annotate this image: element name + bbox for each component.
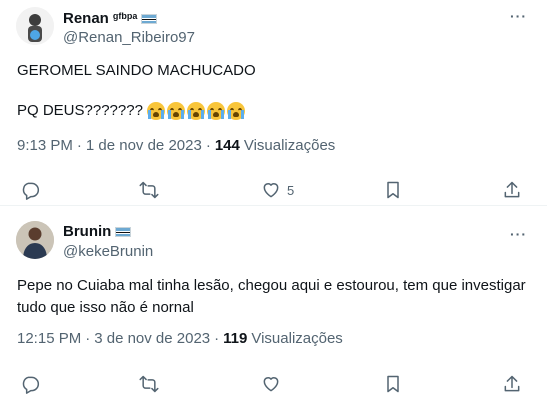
reply-button[interactable] [20,179,40,201]
tweet-meta: 12:15 PM · 3 de nov de 2023 · 119 Visual… [17,330,343,347]
meta-separator: · [85,330,91,347]
tweet-time[interactable]: 12:15 PM [17,330,81,347]
author-name-tag: gfbpa [112,10,138,21]
tweet-1[interactable]: Renan gfbpa @Renan_Ribeiro97 ··· GEROMEL… [0,0,547,205]
retweet-icon [139,375,159,393]
author-name[interactable]: Renan [63,10,109,27]
like-button[interactable] [261,373,281,395]
tweet-time[interactable]: 9:13 PM [17,137,73,154]
tweet-text-line: PQ DEUS??????? [17,100,531,122]
loudly-crying-face-icon [146,102,165,121]
loudly-crying-face-icon [186,102,205,121]
emoji-group [146,102,245,121]
author-name[interactable]: Brunin [63,223,111,240]
tweet-date[interactable]: 3 de nov de 2023 [94,330,210,347]
like-count: 5 [287,182,295,198]
views-label: Visualizações [251,330,343,347]
author-handle[interactable]: @kekeBrunin [63,243,153,260]
tweet-text: PQ DEUS??????? [17,102,143,119]
bookmark-button[interactable] [383,179,403,201]
like-button[interactable]: 5 [261,179,294,201]
meta-separator: · [205,137,211,154]
tweet-2[interactable]: Brunin @kekeBrunin ··· Pepe no Cuiaba ma… [0,206,547,408]
bookmark-icon [387,375,399,393]
botswana-flag-icon [141,13,158,24]
share-icon [504,375,520,392]
author-row: Brunin [63,223,132,240]
reply-icon [22,376,40,394]
heart-icon [263,183,279,198]
bookmark-icon [387,181,399,199]
loudly-crying-face-icon [206,102,225,121]
loudly-crying-face-icon [166,102,185,121]
retweet-button[interactable] [139,179,159,201]
meta-separator: · [76,137,82,154]
share-button[interactable] [502,373,522,395]
bookmark-button[interactable] [383,373,403,395]
action-bar [0,373,547,395]
avatar-image [16,221,54,259]
author-row: Renan gfbpa [63,10,158,27]
views-count: 144 [214,137,240,154]
author-handle[interactable]: @Renan_Ribeiro97 [63,29,195,46]
share-button[interactable] [502,179,522,201]
botswana-flag-icon [115,226,132,237]
retweet-button[interactable] [139,373,159,395]
retweet-icon [139,181,159,199]
avatar[interactable] [16,221,54,259]
tweet-text: Pepe no Cuiaba mal tinha lesão, chegou a… [17,277,526,316]
more-options-icon[interactable]: ··· [510,226,527,242]
tweet-text-line: GEROMEL SAINDO MACHUCADO [17,62,256,79]
more-options-icon[interactable]: ··· [510,8,527,24]
heart-icon [263,377,279,392]
reply-button[interactable] [20,373,40,395]
action-bar: 5 [0,179,547,201]
tweet-date[interactable]: 1 de nov de 2023 [86,137,202,154]
loudly-crying-face-icon [226,102,245,121]
reply-icon [22,182,40,200]
views-label: Visualizações [243,137,336,154]
tweet-meta: 9:13 PM · 1 de nov de 2023 · 144 Visuali… [17,137,335,154]
share-icon [504,181,520,198]
views-count: 119 [223,330,248,347]
avatar-image [16,7,54,45]
avatar[interactable] [16,7,54,45]
meta-separator: · [214,330,220,347]
